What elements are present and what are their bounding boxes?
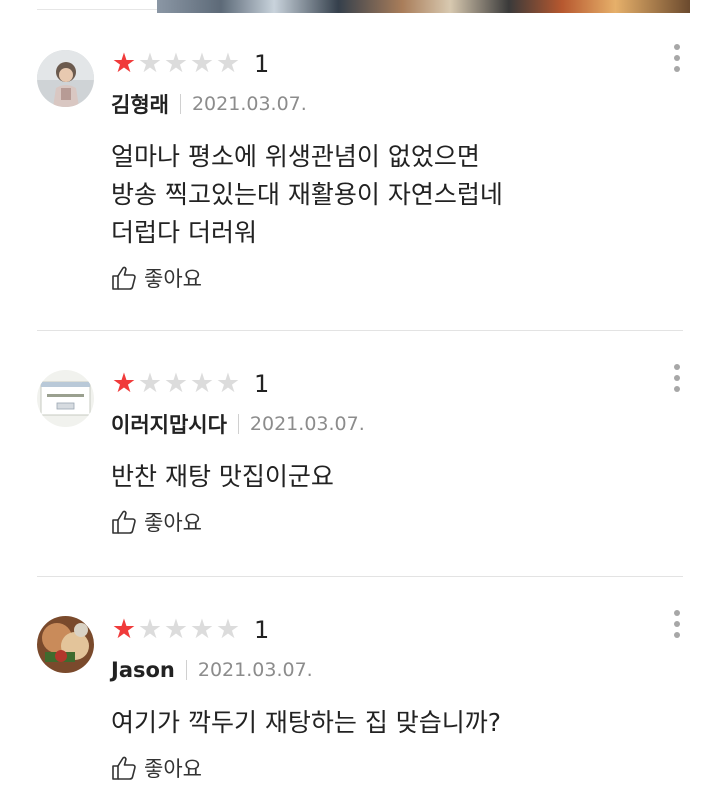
- star-icon: ★: [163, 48, 189, 79]
- star-icon: ★: [111, 368, 137, 399]
- star-icon: ★: [189, 614, 215, 645]
- author-name[interactable]: Jason: [111, 658, 175, 682]
- review-text: 여기가 깍두기 재탕하는 집 맞습니까?: [111, 708, 502, 737]
- star-icon: ★: [189, 48, 215, 79]
- review-divider: [37, 576, 683, 577]
- star-icon: ★: [189, 368, 215, 399]
- star-icon: ★: [137, 614, 163, 645]
- star-icon: ★: [111, 48, 137, 79]
- user-avatar[interactable]: [37, 50, 94, 107]
- review-text: 얼마나 평소에 위생관념이 없었으면 방송 찍고있는대 재활용이 자연스럽네 더…: [111, 142, 503, 247]
- like-label: 좋아요: [144, 511, 202, 535]
- review-text: 반찬 재탕 맛집이군요: [111, 462, 334, 491]
- thumbs-up-icon: [112, 510, 136, 534]
- like-label: 좋아요: [144, 267, 202, 291]
- thumbs-up-icon: [112, 266, 136, 290]
- star-icon: ★: [163, 614, 189, 645]
- user-avatar[interactable]: [37, 616, 94, 673]
- author-name[interactable]: 이러지맙시다: [111, 409, 227, 439]
- star-icon: ★: [215, 48, 241, 79]
- star-icon: ★: [215, 368, 241, 399]
- like-button[interactable]: 좋아요: [111, 753, 202, 783]
- rating-stars: ★ ★ ★ ★ ★: [111, 50, 241, 78]
- rating-stars: ★ ★ ★ ★ ★: [111, 370, 241, 398]
- user-avatar[interactable]: [37, 370, 94, 427]
- star-icon: ★: [111, 614, 137, 645]
- more-options-icon[interactable]: [671, 44, 683, 78]
- rating-value: 1: [254, 616, 270, 644]
- rating-value: 1: [254, 50, 270, 78]
- review-divider: [37, 330, 683, 331]
- star-icon: ★: [137, 48, 163, 79]
- star-icon: ★: [215, 614, 241, 645]
- rating-value: 1: [254, 370, 270, 398]
- rating-stars: ★ ★ ★ ★ ★: [111, 616, 241, 644]
- review-date: 2021.03.07.: [197, 659, 313, 681]
- review-date: 2021.03.07.: [249, 413, 365, 435]
- thumbs-up-icon: [112, 756, 136, 780]
- meta-separator: [179, 94, 181, 114]
- review-meta: Jason 2021.03.07.: [111, 656, 313, 684]
- review-date: 2021.03.07.: [191, 93, 307, 115]
- star-icon: ★: [163, 368, 189, 399]
- author-name[interactable]: 김형래: [111, 89, 169, 119]
- review-photo-thumbnail[interactable]: [157, 0, 690, 13]
- top-divider: [37, 9, 157, 10]
- like-label: 좋아요: [144, 757, 202, 781]
- more-options-icon[interactable]: [671, 610, 683, 644]
- like-button[interactable]: 좋아요: [111, 263, 202, 293]
- star-icon: ★: [137, 368, 163, 399]
- previous-review-photo-strip: [0, 0, 720, 14]
- more-options-icon[interactable]: [671, 364, 683, 398]
- meta-separator: [237, 414, 239, 434]
- like-button[interactable]: 좋아요: [111, 507, 202, 537]
- meta-separator: [185, 660, 187, 680]
- review-meta: 이러지맙시다 2021.03.07.: [111, 410, 365, 438]
- review-meta: 김형래 2021.03.07.: [111, 90, 307, 118]
